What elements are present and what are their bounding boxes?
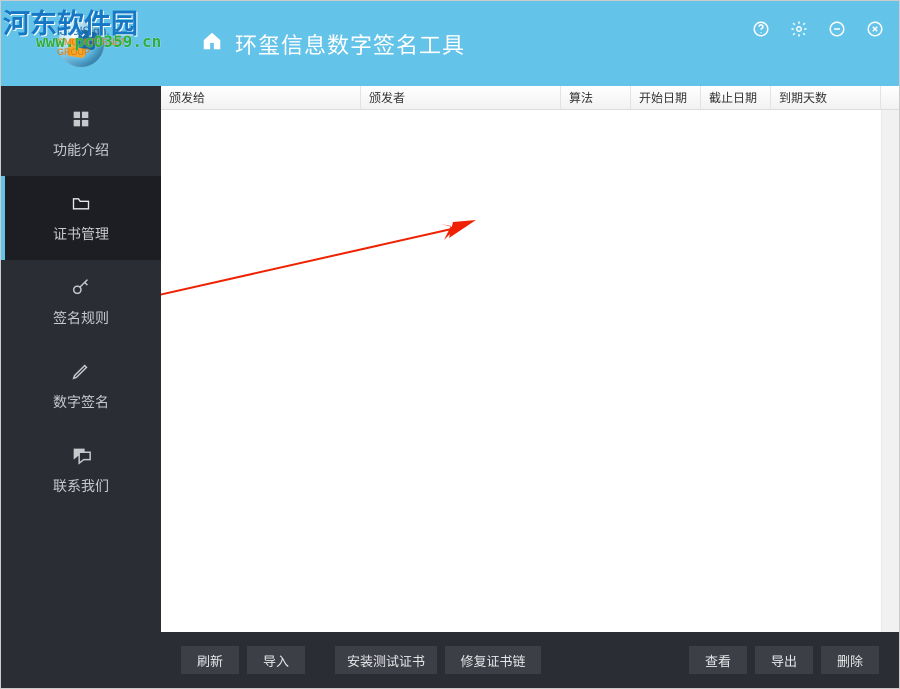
main-panel: 颁发给 颁发者 算法 开始日期 截止日期 到期天数 刷新 导入 [161, 86, 899, 688]
chat-icon [69, 444, 93, 466]
minimize-icon[interactable] [827, 19, 847, 39]
view-button[interactable]: 查看 [689, 646, 747, 674]
col-end-date[interactable]: 截止日期 [701, 86, 771, 109]
col-algorithm[interactable]: 算法 [561, 86, 631, 109]
col-issued-to[interactable]: 颁发给 [161, 86, 361, 109]
sidebar-item-digital-sign[interactable]: 数字签名 [1, 344, 161, 428]
sidebar-item-label: 功能介绍 [53, 140, 109, 160]
sidebar-item-sign-rules[interactable]: 签名规则 [1, 260, 161, 344]
help-icon[interactable] [751, 19, 771, 39]
sidebar-item-label: 证书管理 [53, 224, 109, 244]
sidebar-item-label: 签名规则 [53, 308, 109, 328]
sidebar: 功能介绍 证书管理 签名规则 数字签名 [1, 86, 161, 688]
refresh-button[interactable]: 刷新 [181, 646, 239, 674]
sidebar-item-contact[interactable]: 联系我们 [1, 428, 161, 512]
close-icon[interactable] [865, 19, 885, 39]
logo-text: lobalSign. GMO INTERNET GROUP [57, 25, 161, 58]
body: 功能介绍 证书管理 签名规则 数字签名 [1, 86, 899, 688]
export-button[interactable]: 导出 [755, 646, 813, 674]
folder-icon [69, 192, 93, 214]
table-header: 颁发给 颁发者 算法 开始日期 截止日期 到期天数 [161, 86, 899, 110]
sidebar-item-label: 数字签名 [53, 392, 109, 412]
app-window: lobalSign. GMO INTERNET GROUP 环玺信息数字签名工具 [0, 0, 900, 689]
logo-brand: lobalSign. [57, 24, 110, 38]
title-group: 环玺信息数字签名工具 [201, 28, 465, 60]
grid-icon [69, 108, 93, 130]
col-issuer[interactable]: 颁发者 [361, 86, 561, 109]
logo-subbrand: GMO INTERNET GROUP [57, 38, 161, 58]
pencil-icon [69, 360, 93, 382]
home-icon [201, 30, 223, 57]
repair-cert-chain-button[interactable]: 修复证书链 [445, 646, 541, 674]
import-button[interactable]: 导入 [247, 646, 305, 674]
delete-button[interactable]: 删除 [821, 646, 879, 674]
sidebar-item-features[interactable]: 功能介绍 [1, 92, 161, 176]
sidebar-item-cert-manage[interactable]: 证书管理 [1, 176, 161, 260]
col-days-to-exp[interactable]: 到期天数 [771, 86, 881, 109]
table-body[interactable] [161, 110, 899, 632]
key-icon [69, 276, 93, 298]
annotation-arrow-icon [161, 220, 481, 310]
footer-toolbar: 刷新 导入 安装测试证书 修复证书链 查看 导出 删除 [161, 632, 899, 688]
title-actions [751, 15, 885, 39]
vertical-scrollbar[interactable] [881, 110, 899, 632]
install-test-cert-button[interactable]: 安装测试证书 [335, 646, 437, 674]
app-title: 环玺信息数字签名工具 [235, 28, 465, 60]
col-start-date[interactable]: 开始日期 [631, 86, 701, 109]
app-logo: lobalSign. GMO INTERNET GROUP [1, 1, 161, 86]
sidebar-item-label: 联系我们 [53, 476, 109, 496]
gear-icon[interactable] [789, 19, 809, 39]
title-bar: lobalSign. GMO INTERNET GROUP 环玺信息数字签名工具 [1, 1, 899, 86]
